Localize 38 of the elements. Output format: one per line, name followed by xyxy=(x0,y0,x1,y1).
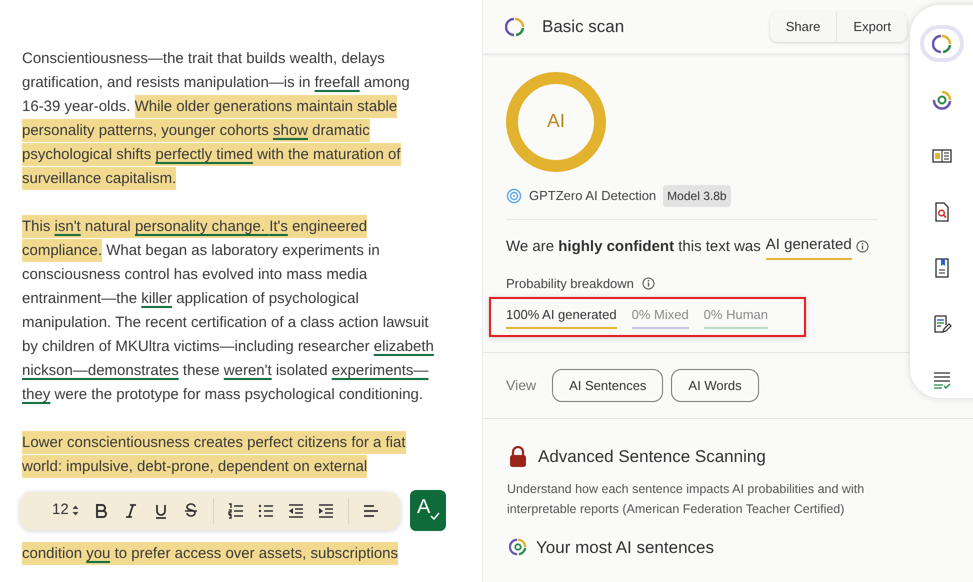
lock-icon xyxy=(509,446,527,468)
align-left-icon[interactable] xyxy=(362,502,379,518)
toolbar-button[interactable]: Share xyxy=(770,12,836,42)
grammar-check-button[interactable]: A xyxy=(410,490,446,531)
bullet-list-icon[interactable] xyxy=(258,502,274,518)
target-icon xyxy=(506,188,522,204)
logo-icon xyxy=(505,16,525,36)
probability-tab[interactable]: 100% AI generated xyxy=(506,305,617,329)
strikethrough-icon[interactable] xyxy=(182,502,199,518)
indent-icon[interactable] xyxy=(318,502,334,518)
info-icon[interactable] xyxy=(856,240,869,254)
detector-name: GPTZero AI Detection xyxy=(529,187,656,206)
paragraph: This isn't natural personality change. It's engineered compliance. What began as laboratory experiments in consciousness control has evolved into mass media entrainment—the killer application of psychological manipulation. The recent certification of a class action lawsuit by children of MKUltra victims—including researcher elizabeth nickson—demonstrates these weren't isolated experiments—they were the prototype for mass psychological conditioning. xyxy=(22,215,434,407)
stepper-icon xyxy=(72,505,79,516)
font-size-control[interactable]: 12 xyxy=(52,499,79,522)
target-logo-icon xyxy=(932,90,952,110)
rail-button[interactable] xyxy=(920,25,964,62)
view-label: View xyxy=(506,376,536,395)
toolbar-button[interactable]: Export xyxy=(836,12,907,42)
verdict-text: We are highly confident this text was xyxy=(506,236,761,256)
section-title: Advanced Sentence Scanning xyxy=(538,446,766,468)
logo-icon xyxy=(932,34,952,54)
section-title: Your most AI sentences xyxy=(536,536,714,558)
info-icon[interactable] xyxy=(642,276,655,290)
model-badge: Model 3.8b xyxy=(663,185,731,207)
view-button[interactable]: AI Sentences xyxy=(552,369,664,402)
view-button[interactable]: AI Words xyxy=(671,369,759,402)
panel-title: Basic scan xyxy=(542,16,626,38)
section-description: Understand how each sentence impacts AI probabilities and with interpretable reports (American Federation Teacher Certified) xyxy=(507,480,866,518)
verdict-label: AI generated xyxy=(766,234,852,260)
result-ring: AI xyxy=(506,72,606,172)
logo-icon xyxy=(509,538,527,556)
check-icon xyxy=(430,512,440,520)
numbered-list-icon[interactable] xyxy=(228,502,244,518)
checklist-icon xyxy=(932,370,952,390)
document-edit-icon xyxy=(932,314,952,334)
outdent-icon[interactable] xyxy=(288,502,304,518)
breakdown-title: Probability breakdown xyxy=(506,274,634,293)
